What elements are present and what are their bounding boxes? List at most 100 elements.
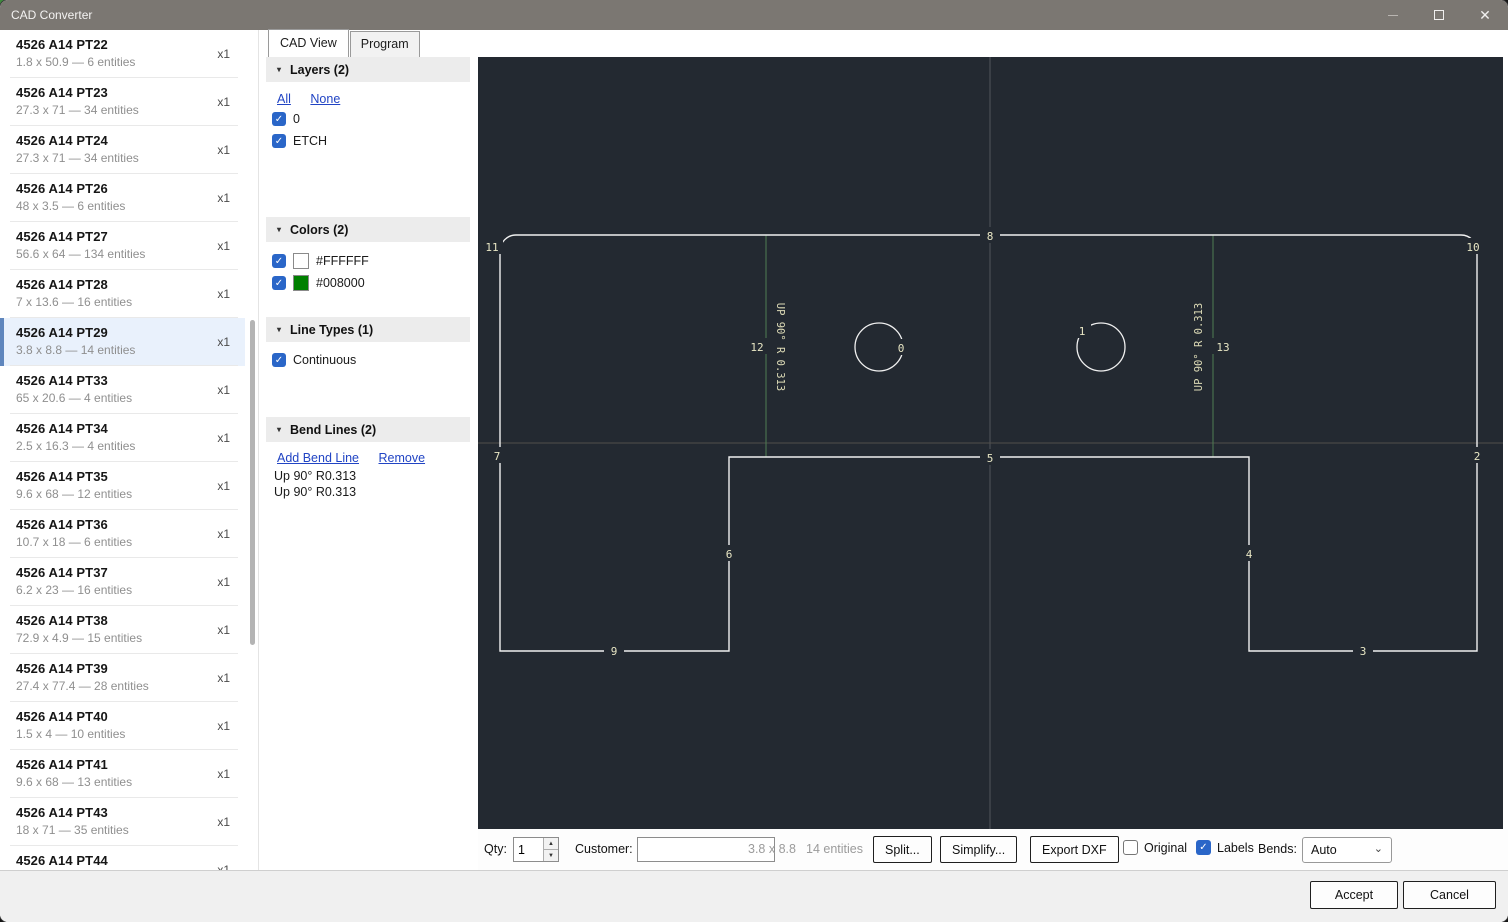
qty-label: Qty: <box>484 842 507 856</box>
qty-stepper[interactable]: ▲ ▼ <box>513 837 559 862</box>
cad-canvas[interactable]: 11 8 10 12 13 0 1 7 5 2 6 4 9 3 UP 90° R… <box>478 57 1503 829</box>
part-title: 4526 A14 PT36 <box>16 517 245 532</box>
colors-title: Colors (2) <box>290 223 348 237</box>
tab-bar: CAD View Program <box>268 31 420 57</box>
list-item[interactable]: 4526 A14 PT22 1.8 x 50.9 — 6 entities x1 <box>0 30 245 78</box>
list-item[interactable]: 4526 A14 PT40 1.5 x 4 — 10 entities x1 <box>0 702 245 750</box>
part-qty: x1 <box>217 431 230 445</box>
vertex-label: 2 <box>1474 450 1481 463</box>
checked-checkbox-icon[interactable]: ✓ <box>272 134 286 148</box>
checked-checkbox-icon[interactable]: ✓ <box>272 276 286 290</box>
panel-divider <box>258 30 259 870</box>
list-item[interactable]: 4526 A14 PT28 7 x 13.6 — 16 entities x1 <box>0 270 245 318</box>
part-qty: x1 <box>217 47 230 61</box>
vertex-label: 13 <box>1216 341 1229 354</box>
tab-program[interactable]: Program <box>350 31 420 57</box>
part-subtitle: 48 x 3.5 — 6 entities <box>16 199 245 213</box>
close-button[interactable]: ✕ <box>1462 0 1508 30</box>
list-item[interactable]: 4526 A14 PT41 9.6 x 68 — 13 entities x1 <box>0 750 245 798</box>
part-qty: x1 <box>217 767 230 781</box>
part-subtitle: 65 x 20.6 — 4 entities <box>16 391 245 405</box>
bend-line-item[interactable]: Up 90° R0.313 <box>274 485 470 499</box>
color-row[interactable]: ✓ #008000 <box>272 274 470 292</box>
line-type-row[interactable]: ✓ Continuous <box>272 351 470 369</box>
layer-row[interactable]: ✓ 0 <box>272 110 470 128</box>
simplify-button[interactable]: Simplify... <box>940 836 1017 863</box>
labels-label: Labels <box>1217 841 1254 855</box>
part-qty: x1 <box>217 383 230 397</box>
list-item[interactable]: 4526 A14 PT38 72.9 x 4.9 — 15 entities x… <box>0 606 245 654</box>
part-qty: x1 <box>217 863 230 870</box>
accept-button[interactable]: Accept <box>1310 881 1398 909</box>
part-title: 4526 A14 PT39 <box>16 661 245 676</box>
collapse-icon: ▾ <box>277 325 281 334</box>
original-checkbox-row[interactable]: Original <box>1123 840 1187 855</box>
layer-row[interactable]: ✓ ETCH <box>272 132 470 150</box>
part-subtitle: 27.4 x 77.4 — 28 entities <box>16 679 245 693</box>
list-item[interactable]: 4526 A14 PT23 27.3 x 71 — 34 entities x1 <box>0 78 245 126</box>
list-item[interactable]: 4526 A14 PT34 2.5 x 16.3 — 4 entities x1 <box>0 414 245 462</box>
cancel-button[interactable]: Cancel <box>1403 881 1496 909</box>
unchecked-checkbox-icon[interactable] <box>1123 840 1138 855</box>
bend-line-item[interactable]: Up 90° R0.313 <box>274 469 470 483</box>
vertex-label: 4 <box>1246 548 1253 561</box>
list-item[interactable]: 4526 A14 PT39 27.4 x 77.4 — 28 entities … <box>0 654 245 702</box>
line-types-header[interactable]: ▾ Line Types (1) <box>266 317 470 342</box>
qty-up-icon[interactable]: ▲ <box>544 838 558 850</box>
minimize-button[interactable] <box>1370 0 1416 30</box>
part-subtitle: 3.8 x 8.8 — 14 entities <box>16 343 245 357</box>
maximize-button[interactable] <box>1416 0 1462 30</box>
part-subtitle: 27.3 x 71 — 34 entities <box>16 103 245 117</box>
split-button[interactable]: Split... <box>873 836 932 863</box>
part-title: 4526 A14 PT41 <box>16 757 245 772</box>
checked-checkbox-icon[interactable]: ✓ <box>272 112 286 126</box>
tab-cad-view[interactable]: CAD View <box>268 29 349 57</box>
layers-none-link[interactable]: None <box>310 92 340 106</box>
part-qty: x1 <box>217 527 230 541</box>
list-item[interactable]: 4526 A14 PT35 9.6 x 68 — 12 entities x1 <box>0 462 245 510</box>
collapse-icon: ▾ <box>277 65 281 74</box>
sidebar-scrollbar-thumb[interactable] <box>250 320 255 645</box>
list-item[interactable]: 4526 A14 PT37 6.2 x 23 — 16 entities x1 <box>0 558 245 606</box>
color-swatch <box>293 275 309 291</box>
part-title: 4526 A14 PT35 <box>16 469 245 484</box>
vertex-label: 5 <box>987 452 994 465</box>
part-qty: x1 <box>217 95 230 109</box>
layers-all-link[interactable]: All <box>277 92 291 106</box>
list-item[interactable]: 4526 A14 PT44 x1 <box>0 846 245 870</box>
list-item[interactable]: 4526 A14 PT36 10.7 x 18 — 6 entities x1 <box>0 510 245 558</box>
colors-header[interactable]: ▾ Colors (2) <box>266 217 470 242</box>
layer-label: 0 <box>293 112 300 126</box>
bend-lines-header[interactable]: ▾ Bend Lines (2) <box>266 417 470 442</box>
vertex-label: 3 <box>1360 645 1367 658</box>
list-item[interactable]: 4526 A14 PT33 65 x 20.6 — 4 entities x1 <box>0 366 245 414</box>
labels-checkbox-row[interactable]: ✓ Labels <box>1196 840 1254 855</box>
part-title: 4526 A14 PT37 <box>16 565 245 580</box>
checked-checkbox-icon[interactable]: ✓ <box>272 353 286 367</box>
export-dxf-button[interactable]: Export DXF <box>1030 836 1119 863</box>
list-item[interactable]: 4526 A14 PT29 3.8 x 8.8 — 14 entities x1 <box>0 318 245 366</box>
vertex-label: 10 <box>1466 241 1479 254</box>
qty-down-icon[interactable]: ▼ <box>544 850 558 861</box>
add-bend-line-link[interactable]: Add Bend Line <box>277 451 359 465</box>
qty-input[interactable] <box>514 838 543 861</box>
list-item[interactable]: 4526 A14 PT27 56.6 x 64 — 134 entities x… <box>0 222 245 270</box>
color-label: #FFFFFF <box>316 254 369 268</box>
layers-header[interactable]: ▾ Layers (2) <box>266 57 470 82</box>
list-item[interactable]: 4526 A14 PT24 27.3 x 71 — 34 entities x1 <box>0 126 245 174</box>
part-subtitle: 27.3 x 71 — 34 entities <box>16 151 245 165</box>
close-icon: ✕ <box>1479 8 1491 22</box>
list-item[interactable]: 4526 A14 PT26 48 x 3.5 — 6 entities x1 <box>0 174 245 222</box>
remove-bend-line-link[interactable]: Remove <box>379 451 426 465</box>
checked-checkbox-icon[interactable]: ✓ <box>272 254 286 268</box>
bends-dropdown[interactable]: Auto ⌄ <box>1302 837 1392 863</box>
part-subtitle: 18 x 71 — 35 entities <box>16 823 245 837</box>
colors-group: ▾ Colors (2) ✓ #FFFFFF ✓ #008000 <box>266 217 470 292</box>
list-item[interactable]: 4526 A14 PT43 18 x 71 — 35 entities x1 <box>0 798 245 846</box>
vertex-label: 0 <box>898 342 905 355</box>
color-row[interactable]: ✓ #FFFFFF <box>272 252 470 270</box>
vertex-label: 12 <box>750 341 763 354</box>
checked-checkbox-icon[interactable]: ✓ <box>1196 840 1211 855</box>
collapse-icon: ▾ <box>277 425 281 434</box>
bend-lines-title: Bend Lines (2) <box>290 423 376 437</box>
